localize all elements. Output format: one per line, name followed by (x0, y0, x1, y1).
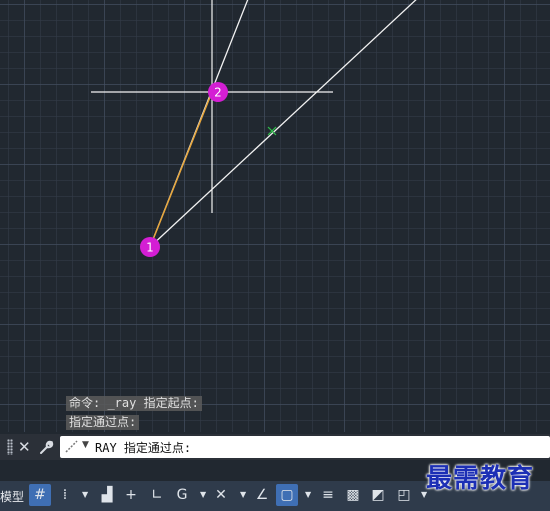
drawing-svg[interactable]: 2 1 (0, 0, 550, 432)
polar-tracking-icon[interactable]: G (171, 484, 193, 506)
wrench-icon[interactable] (38, 437, 54, 460)
rubber-band-line (149, 91, 213, 248)
dynamic-input-icon[interactable]: + (120, 484, 142, 506)
chevron-down-icon[interactable]: ▼ (200, 490, 206, 499)
pen-icon[interactable] (64, 438, 80, 458)
selection-cycling-icon[interactable]: ◩ (367, 484, 389, 506)
ray-line-2[interactable] (149, 0, 420, 248)
watermark: 最需教育 (426, 464, 535, 494)
point-marker-2: 2 (208, 82, 228, 102)
command-line-grip[interactable] (7, 439, 13, 455)
snap-icon[interactable]: ⁞ (54, 484, 76, 506)
ortho-icon[interactable]: ∟ (146, 484, 168, 506)
command-history-line-1: 命令: _ray 指定起点: (66, 396, 202, 411)
object-snap-tracking-icon[interactable]: ✕ (210, 484, 232, 506)
chevron-down-icon[interactable]: ▼ (305, 490, 311, 499)
lineweight-icon[interactable]: ≡ (317, 484, 339, 506)
model-tab[interactable]: 模型 (0, 488, 24, 505)
point-marker-1-label: 1 (146, 241, 154, 255)
3d-snap-icon[interactable]: ◰ (393, 484, 415, 506)
chevron-down-icon[interactable]: ▼ (82, 440, 89, 450)
command-line: ✕ ▼ RAY 指定通过点: (0, 434, 550, 460)
point-marker-1: 1 (140, 237, 160, 257)
transparency-icon[interactable]: ▩ (342, 484, 364, 506)
grid-icon[interactable]: # (29, 484, 51, 506)
command-prompt: RAY 指定通过点: (95, 441, 192, 455)
close-icon[interactable]: ✕ (18, 437, 31, 457)
chevron-down-icon[interactable]: ▼ (240, 490, 246, 499)
object-snap-icon[interactable]: ∠ (251, 484, 273, 506)
command-input[interactable]: ▼ RAY 指定通过点: (60, 436, 550, 458)
infer-constraints-icon[interactable]: ▟ (96, 484, 118, 506)
point-marker-2-label: 2 (214, 86, 222, 100)
command-history-line-2: 指定通过点: (66, 415, 140, 430)
chevron-down-icon[interactable]: ▼ (82, 490, 88, 499)
2d-object-snap-icon[interactable]: ▢ (276, 484, 298, 506)
